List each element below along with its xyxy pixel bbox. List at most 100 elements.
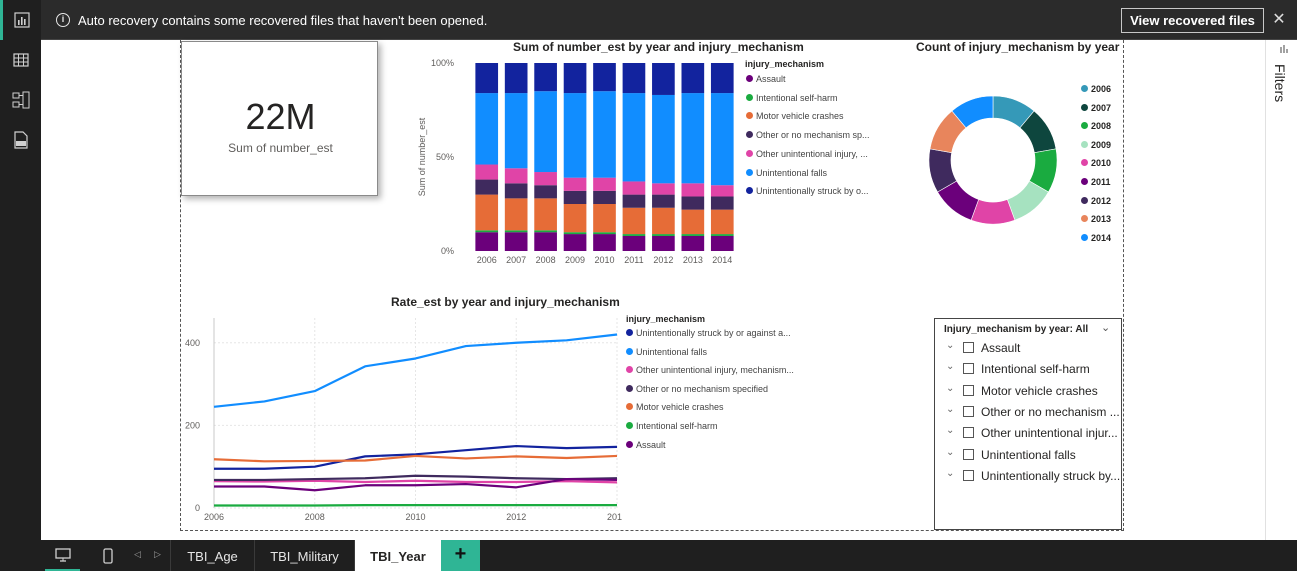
legend-item[interactable]: Assault bbox=[746, 73, 786, 85]
chevron-down-icon[interactable]: ⌄ bbox=[946, 404, 954, 415]
legend-item[interactable]: 2012 bbox=[1081, 195, 1111, 207]
chevron-down-icon[interactable]: ⌄ bbox=[946, 425, 954, 436]
legend-item[interactable]: Intentional self-harm bbox=[626, 420, 718, 432]
bar-segment[interactable] bbox=[622, 181, 646, 195]
bar-segment[interactable] bbox=[622, 234, 646, 236]
legend-item[interactable]: 2011 bbox=[1081, 176, 1111, 188]
chevron-down-icon[interactable]: ⌄ bbox=[946, 447, 954, 458]
bar-segment[interactable] bbox=[652, 234, 675, 236]
bar-segment[interactable] bbox=[681, 234, 705, 236]
bar-segment[interactable] bbox=[681, 196, 705, 210]
bar-segment[interactable] bbox=[475, 194, 499, 231]
bar-segment[interactable] bbox=[593, 190, 616, 204]
legend-item[interactable]: Assault bbox=[626, 439, 666, 451]
legend-item[interactable]: 2007 bbox=[1081, 102, 1111, 114]
tab-tbi-age[interactable]: TBI_Age bbox=[170, 540, 254, 571]
bar-segment[interactable] bbox=[563, 234, 587, 251]
bar-segment[interactable] bbox=[710, 235, 734, 251]
kpi-card[interactable]: 22M Sum of number_est bbox=[181, 41, 378, 196]
bar-segment[interactable] bbox=[504, 198, 528, 231]
bar-segment[interactable] bbox=[563, 63, 587, 94]
slicer-item[interactable]: ⌄ Motor vehicle crashes bbox=[935, 381, 1123, 401]
desktop-layout-button[interactable] bbox=[45, 540, 80, 571]
bar-segment[interactable] bbox=[710, 63, 734, 94]
chevron-down-icon[interactable]: ⌄ bbox=[946, 383, 954, 394]
bar-segment[interactable] bbox=[710, 196, 734, 210]
legend-item[interactable]: Unintentionally struck by o... bbox=[746, 185, 869, 197]
close-icon[interactable]: ✕ bbox=[1271, 10, 1287, 30]
donut-chart[interactable] bbox=[918, 88, 1068, 238]
bar-segment[interactable] bbox=[593, 234, 616, 251]
legend-item[interactable]: 2008 bbox=[1081, 120, 1111, 132]
legend-item[interactable]: 2009 bbox=[1081, 139, 1111, 151]
slicer-checkbox[interactable] bbox=[963, 448, 974, 460]
slicer-item[interactable]: ⌄ Unintentionally struck by... bbox=[935, 466, 1123, 486]
bar-segment[interactable] bbox=[652, 183, 675, 195]
legend-item[interactable]: Other or no mechanism specified bbox=[626, 383, 768, 395]
mobile-layout-button[interactable] bbox=[90, 540, 125, 571]
legend-item[interactable]: 2010 bbox=[1081, 157, 1111, 169]
chevron-down-icon[interactable]: ⌄ bbox=[946, 361, 954, 372]
slicer-item[interactable]: ⌄ Intentional self-harm bbox=[935, 359, 1123, 379]
bar-segment[interactable] bbox=[652, 194, 675, 208]
bar-segment[interactable] bbox=[681, 235, 705, 251]
view-recovered-files-button[interactable]: View recovered files bbox=[1121, 8, 1264, 33]
bar-segment[interactable] bbox=[593, 91, 616, 178]
bar-segment[interactable] bbox=[534, 185, 557, 199]
bar-segment[interactable] bbox=[622, 194, 646, 208]
bar-segment[interactable] bbox=[622, 235, 646, 251]
bar-segment[interactable] bbox=[593, 204, 616, 233]
bar-segment[interactable] bbox=[622, 207, 646, 235]
bar-segment[interactable] bbox=[534, 63, 557, 92]
bar-segment[interactable] bbox=[563, 177, 587, 191]
line-chart[interactable]: 0 200 400 2006 2008 2010 2012 2014 bbox=[180, 312, 622, 524]
next-page-icon[interactable]: ▷ bbox=[154, 549, 164, 561]
model-view-button[interactable] bbox=[0, 80, 41, 120]
slicer-checkbox[interactable] bbox=[963, 427, 974, 439]
bar-segment[interactable] bbox=[534, 230, 557, 233]
bar-segment[interactable] bbox=[563, 190, 587, 204]
slicer-item[interactable]: ⌄ Other or no mechanism ... bbox=[935, 402, 1123, 422]
bar-segment[interactable] bbox=[475, 164, 499, 180]
slicer-checkbox[interactable] bbox=[963, 342, 974, 353]
legend-item[interactable]: Intentional self-harm bbox=[746, 92, 838, 104]
bar-segment[interactable] bbox=[504, 168, 528, 184]
legend-item[interactable]: Other unintentional injury, mechanism... bbox=[626, 364, 794, 376]
add-page-button[interactable]: + bbox=[441, 540, 480, 571]
bar-segment[interactable] bbox=[504, 93, 528, 169]
bar-segment[interactable] bbox=[504, 230, 528, 233]
chevron-down-icon[interactable]: ⌄ bbox=[946, 340, 954, 351]
bar-segment[interactable] bbox=[534, 91, 557, 173]
bar-segment[interactable] bbox=[534, 172, 557, 186]
bar-segment[interactable] bbox=[475, 179, 499, 195]
legend-item[interactable]: Unintentionally struck by or against a..… bbox=[626, 327, 791, 339]
slicer-checkbox[interactable] bbox=[963, 384, 974, 396]
legend-item[interactable]: 2006 bbox=[1081, 83, 1111, 95]
legend-item[interactable]: Motor vehicle crashes bbox=[626, 401, 724, 413]
bar-segment[interactable] bbox=[652, 235, 675, 251]
bar-segment[interactable] bbox=[563, 204, 587, 233]
bar-segment[interactable] bbox=[534, 232, 557, 251]
legend-item[interactable]: 2013 bbox=[1081, 213, 1111, 225]
bar-segment[interactable] bbox=[504, 63, 528, 94]
bar-segment[interactable] bbox=[710, 93, 734, 186]
donut-slice[interactable] bbox=[970, 199, 1016, 225]
bar-segment[interactable] bbox=[593, 63, 616, 92]
dax-query-button[interactable] bbox=[0, 120, 41, 160]
bar-segment[interactable] bbox=[681, 93, 705, 184]
bar-segment[interactable] bbox=[475, 93, 499, 165]
bar-segment[interactable] bbox=[563, 93, 587, 178]
legend-item[interactable]: 2014 bbox=[1081, 232, 1111, 244]
prev-page-icon[interactable]: ◁ bbox=[134, 549, 144, 561]
bar-segment[interactable] bbox=[504, 232, 528, 251]
tab-tbi-military[interactable]: TBI_Military bbox=[254, 540, 354, 571]
chevron-down-icon[interactable]: ⌄ bbox=[946, 468, 954, 479]
bar-segment[interactable] bbox=[593, 232, 616, 235]
bar-segment[interactable] bbox=[681, 209, 705, 235]
legend-item[interactable]: Other or no mechanism sp... bbox=[746, 129, 870, 141]
bar-segment[interactable] bbox=[710, 209, 734, 235]
bar-segment[interactable] bbox=[475, 63, 499, 94]
slicer-item[interactable]: ⌄ Other unintentional injur... bbox=[935, 423, 1123, 443]
slicer-checkbox[interactable] bbox=[963, 363, 974, 375]
bar-segment[interactable] bbox=[504, 183, 528, 199]
